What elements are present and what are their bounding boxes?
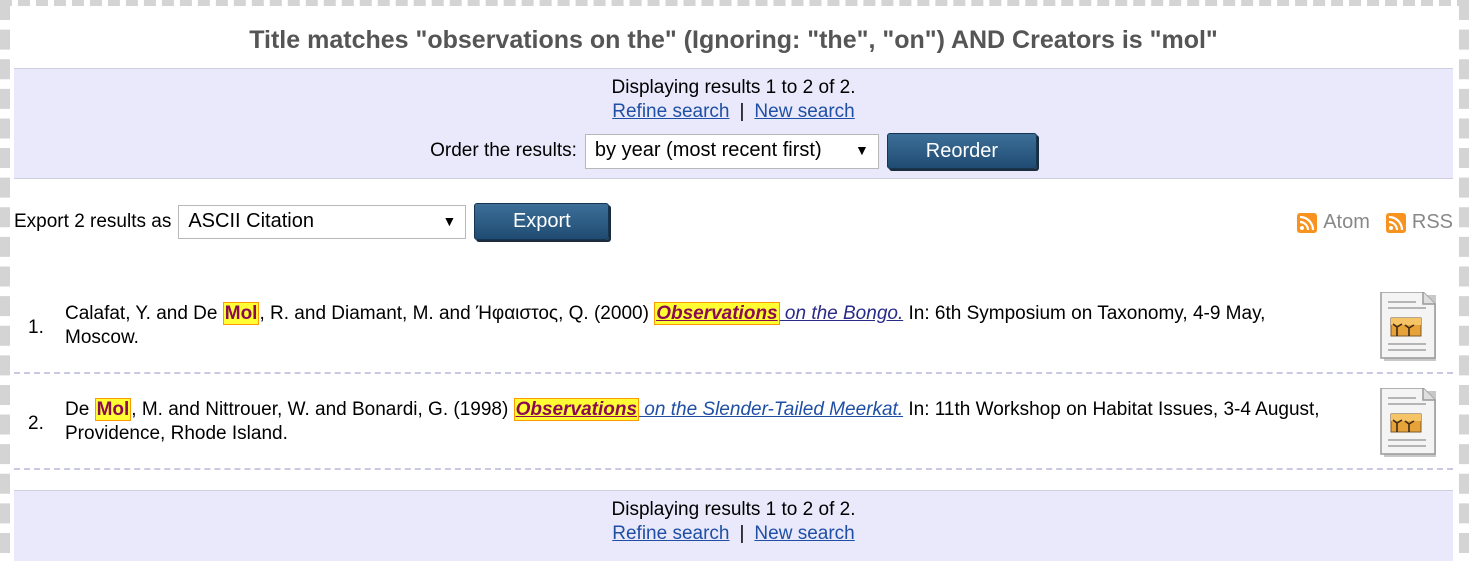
dropdown-arrow-icon: ▼ (442, 212, 457, 229)
page-content: Title matches "observations on the" (Ign… (14, 6, 1453, 561)
new-search-link[interactable]: New search (754, 523, 854, 544)
export-controls: Export 2 results as ASCII Citation ▼ Exp… (14, 203, 610, 240)
result-title-rest: on the Bongo. (779, 303, 904, 324)
rss-feed-icon (1297, 212, 1318, 233)
order-select[interactable]: by year (most recent first) ▼ (584, 133, 879, 169)
rss-feed-icon (1385, 212, 1406, 233)
document-icon[interactable] (1379, 388, 1439, 458)
atom-label: Atom (1323, 211, 1370, 233)
result-citation: Calafat, Y. and De Mol, R. and Diamant, … (65, 302, 1343, 350)
citation-authors: De (65, 399, 95, 420)
bottom-nav-band: Displaying results 1 to 2 of 2. Refine s… (14, 490, 1453, 561)
order-select-value: by year (most recent first) (594, 138, 822, 161)
citation-authors-rest: , R. and Diamant, M. and Ήφαιστος, Q. (2… (259, 303, 655, 324)
atom-feed-link[interactable]: Atom (1297, 211, 1370, 234)
title-match-highlight: Observations (513, 398, 640, 421)
dropdown-arrow-icon: ▼ (855, 141, 869, 158)
export-button[interactable]: Export (474, 203, 610, 240)
reorder-button[interactable]: Reorder (886, 133, 1037, 169)
search-links: Refine search | New search (14, 523, 1453, 545)
link-separator: | (739, 523, 745, 544)
rss-label: RSS (1411, 211, 1453, 233)
result-row: 1. Calafat, Y. and De Mol, R. and Diaman… (14, 278, 1453, 374)
result-number: 2. (28, 413, 44, 434)
refine-search-link[interactable]: Refine search (612, 101, 729, 122)
results-list: 1. Calafat, Y. and De Mol, R. and Diaman… (14, 278, 1453, 470)
results-count: Displaying results 1 to 2 of 2. (611, 77, 856, 98)
page-title: Title matches "observations on the" (Ign… (249, 26, 1218, 54)
search-links: Refine search | New search (14, 101, 1453, 123)
author-match-highlight: Mol (94, 398, 132, 421)
page-frame: Title matches "observations on the" (Ign… (0, 0, 1469, 561)
result-number: 1. (28, 317, 44, 338)
export-label: Export 2 results as (14, 210, 172, 232)
new-search-link[interactable]: New search (754, 101, 854, 122)
order-label: Order the results: (430, 140, 577, 161)
author-match-highlight: Mol (222, 302, 260, 325)
refine-search-link[interactable]: Refine search (612, 523, 729, 544)
rss-feed-link[interactable]: RSS (1385, 211, 1453, 234)
link-separator: | (739, 101, 745, 122)
top-nav-band: Displaying results 1 to 2 of 2. Refine s… (14, 68, 1453, 179)
document-icon[interactable] (1379, 292, 1439, 362)
result-title-rest: on the Slender-Tailed Meerkat. (639, 399, 904, 420)
order-controls: Order the results: by year (most recent … (14, 133, 1453, 169)
citation-authors: Calafat, Y. and De (65, 303, 223, 324)
title-match-highlight: Observations (654, 302, 780, 325)
results-count: Displaying results 1 to 2 of 2. (611, 499, 856, 520)
result-citation: De Mol, M. and Nittrouer, W. and Bonardi… (65, 398, 1343, 446)
result-title-link[interactable]: Observations on the Bongo. (654, 302, 903, 325)
export-select-value: ASCII Citation (188, 209, 314, 232)
feed-links: Atom RSS (1281, 211, 1453, 234)
citation-authors-rest: , M. and Nittrouer, W. and Bonardi, G. (… (131, 399, 514, 420)
result-title-link[interactable]: Observations on the Slender-Tailed Meerk… (513, 398, 904, 421)
result-row: 2. De Mol, M. and Nittrouer, W. and Bona… (14, 374, 1453, 470)
export-format-select[interactable]: ASCII Citation ▼ (178, 204, 467, 239)
